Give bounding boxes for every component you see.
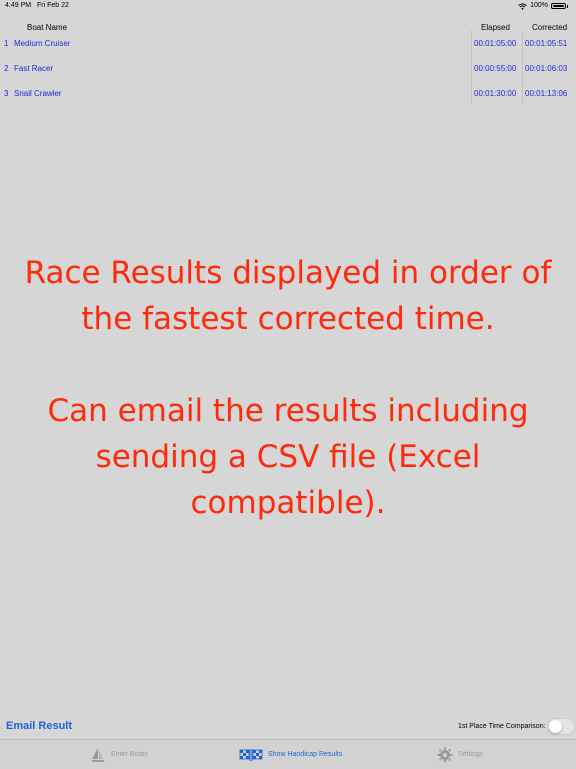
status-time: 4:49 PM [5, 2, 32, 9]
promo-text: Race Results displayed in order of the f… [0, 250, 576, 526]
tab-label: Show Handicap Results [268, 751, 343, 758]
row-boat-name: Medium Cruiser [14, 39, 71, 48]
gear-icon [437, 747, 453, 762]
tab-label: Settings [458, 751, 484, 758]
toggle-knob [549, 720, 562, 733]
tab-enter-boats[interactable]: Enter Boats [90, 740, 148, 769]
status-bar: 4:49 PM Fri Feb 22 100% [0, 0, 576, 12]
tab-show-handicap-results[interactable]: Show Handicap Results [239, 740, 342, 769]
email-result-button[interactable]: Email Result [6, 720, 72, 732]
checkered-flags-icon [239, 748, 263, 761]
wifi-icon [518, 3, 527, 10]
battery-percent: 100% [530, 2, 548, 9]
row-corrected: 00:01:05:51 [525, 39, 568, 48]
promo-line: sending a CSV file (Excel [95, 439, 481, 475]
row-rank: 2 [4, 64, 9, 73]
row-elapsed: 00:00:55:00 [474, 64, 517, 73]
table-row[interactable]: 3 Snail Crawler 00:01:30:00 00:01:13:06 [0, 81, 576, 105]
promo-line: compatible). [190, 485, 386, 521]
tab-label: Enter Boats [111, 751, 148, 758]
first-place-toggle[interactable] [547, 718, 575, 735]
row-elapsed: 00:01:05:00 [474, 39, 517, 48]
row-corrected: 00:01:13:06 [525, 89, 568, 98]
promo-line: the fastest corrected time. [81, 301, 495, 337]
table-row[interactable]: 2 Fast Racer 00:00:55:00 00:01:06:03 [0, 56, 576, 80]
status-date: Fri Feb 22 [37, 2, 69, 9]
promo-spacer [0, 342, 576, 388]
row-rank: 3 [4, 89, 9, 98]
status-right: 100% [518, 0, 568, 12]
row-rank: 1 [4, 39, 9, 48]
battery-nub [567, 4, 568, 8]
row-boat-name: Snail Crawler [14, 89, 62, 98]
sailboat-icon [91, 747, 105, 762]
battery-icon [551, 3, 566, 9]
promo-line: Can email the results including [47, 393, 529, 429]
tab-settings[interactable]: Settings [437, 740, 483, 769]
row-corrected: 00:01:06:03 [525, 64, 568, 73]
row-elapsed: 00:01:30:00 [474, 89, 517, 98]
first-place-toggle-label: 1st Place Time Comparison: [458, 723, 546, 730]
row-boat-name: Fast Racer [14, 64, 54, 73]
table-row[interactable]: 1 Medium Cruiser 00:01:05:00 00:01:05:51 [0, 31, 576, 55]
tab-bar: Enter Boats Show Handicap Results Settin… [0, 739, 576, 769]
promo-line: Race Results displayed in order of [24, 255, 552, 291]
